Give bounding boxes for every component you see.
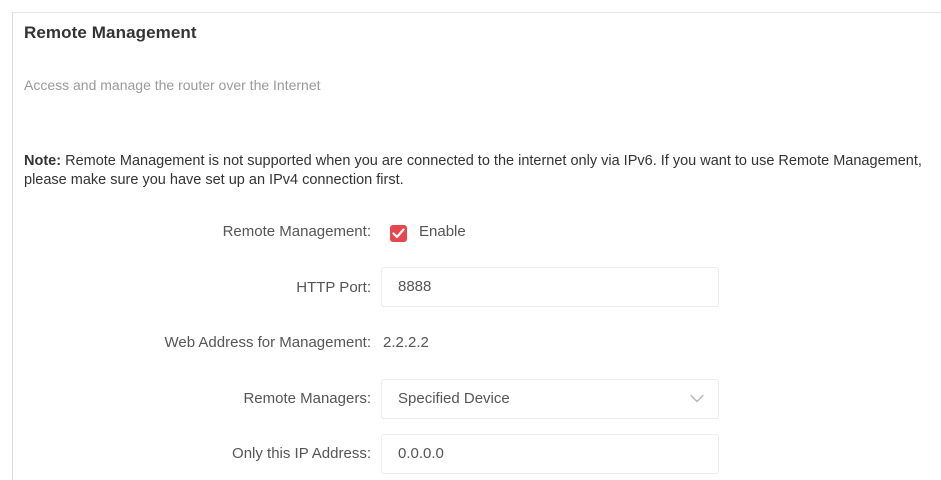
web-address-label: Web Address for Management: — [164, 334, 372, 351]
remote-managers-selected: Specified Device — [398, 390, 510, 407]
remote-management-label: Remote Management: — [222, 223, 371, 240]
enable-label[interactable]: Enable — [419, 223, 466, 240]
section-subtitle: Access and manage the router over the In… — [24, 77, 321, 93]
http-port-value: 8888 — [398, 278, 432, 295]
remote-managers-select[interactable]: Specified Device — [381, 379, 719, 419]
note-body: Remote Management is not supported when … — [24, 153, 922, 188]
http-port-input[interactable]: 8888 — [381, 267, 719, 307]
note-prefix: Note: — [24, 153, 62, 169]
only-ip-value: 0.0.0.0 — [398, 445, 444, 462]
remote-managers-label: Remote Managers: — [243, 390, 371, 407]
remote-management-checkbox[interactable] — [390, 225, 407, 242]
only-ip-input[interactable]: 0.0.0.0 — [381, 434, 719, 474]
http-port-label: HTTP Port: — [296, 279, 371, 296]
only-ip-label: Only this IP Address: — [232, 445, 371, 462]
note-text: Note: Remote Management is not supported… — [24, 152, 941, 190]
section-title: Remote Management — [24, 23, 197, 42]
chevron-down-icon — [690, 394, 704, 403]
web-address-value: 2.2.2.2 — [383, 334, 429, 351]
remote-management-panel: Remote Management Access and manage the … — [12, 12, 941, 480]
checkmark-icon — [392, 228, 405, 239]
